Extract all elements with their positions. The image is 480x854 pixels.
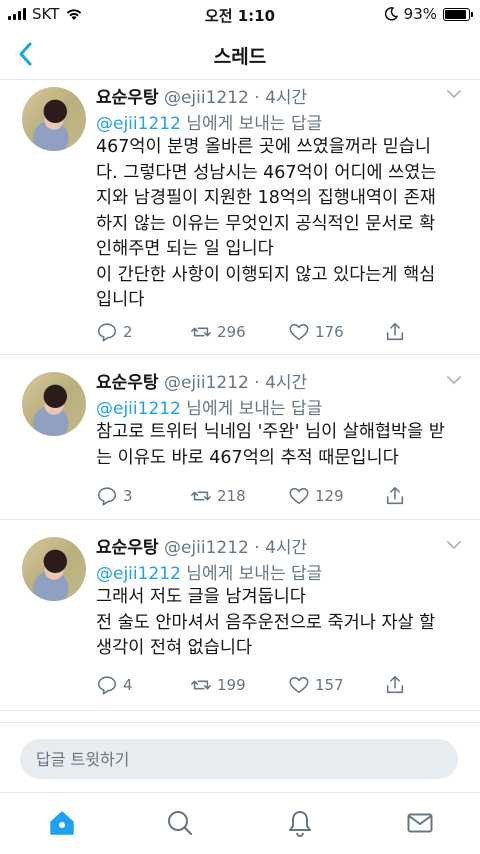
tweet-header: 요순우탕 @ejii1212 · 4시간 <box>96 368 307 393</box>
tweet-time: · 4시간 <box>254 538 308 558</box>
tweet-actions: 3 218 129 <box>96 485 416 509</box>
like-button[interactable]: 129 <box>288 485 344 507</box>
tweet-time: · 4시간 <box>254 373 308 393</box>
avatar[interactable] <box>22 537 86 601</box>
battery-icon <box>443 7 473 21</box>
author-name[interactable]: 요순우탕 <box>96 373 159 393</box>
tweet[interactable]: 요순우탕 @ejii1212 · 4시간 @ejii1212 님에게 보내는 답… <box>0 356 480 520</box>
chevron-down-icon[interactable] <box>446 375 462 385</box>
reply-count: 4 <box>123 676 133 694</box>
tweet[interactable]: 요순우탕 @ejii1212 · 4시간 @ejii1212 님에게 보내는 답… <box>0 81 480 355</box>
retweet-icon <box>191 491 211 501</box>
retweet-count: 218 <box>217 487 246 505</box>
chevron-down-icon[interactable] <box>446 540 462 550</box>
reply-button[interactable]: 4 <box>96 674 133 696</box>
reply-context-text: 님에게 보내는 답글 <box>180 399 323 419</box>
tweet-actions: 4 199 157 <box>96 674 416 698</box>
author-handle[interactable]: @ejii1212 <box>164 538 249 558</box>
share-button[interactable] <box>384 321 406 343</box>
avatar[interactable] <box>22 87 86 151</box>
share-icon <box>386 322 404 341</box>
reply-icon <box>97 676 117 695</box>
tweet[interactable]: 요순우탕 @ejii1212 · 4시간 @ejii1212 님에게 보내는 답… <box>0 521 480 711</box>
like-button[interactable]: 157 <box>288 674 344 696</box>
tweet-text: 참고로 트위터 닉네임 '주완' 님이 살해협박을 받 는 이유도 바로 467… <box>96 422 445 468</box>
heart-icon <box>289 323 309 341</box>
reply-context: @ejii1212 님에게 보내는 답글 <box>96 109 322 134</box>
tweet-actions: 2 296 176 <box>96 321 416 345</box>
battery-percent: 93% <box>403 5 437 23</box>
status-bar: SKT 오전 1:10 93% <box>0 0 480 28</box>
mention-link[interactable]: @ejii1212 <box>96 564 181 584</box>
retweet-count: 296 <box>217 323 246 341</box>
notifications-icon[interactable] <box>286 809 314 837</box>
reply-icon <box>97 323 117 342</box>
reply-input[interactable] <box>20 739 458 779</box>
tab-bar <box>0 792 480 854</box>
like-count: 129 <box>315 487 344 505</box>
home-icon[interactable] <box>48 809 76 837</box>
reply-count: 3 <box>123 487 133 505</box>
tweet-text: 467억이 분명 올바른 곳에 쓰였을꺼라 믿습니 다. 그렇다면 성남시는 4… <box>96 137 437 310</box>
retweet-button[interactable]: 199 <box>190 674 246 696</box>
reply-composer <box>0 722 480 792</box>
reply-context-text: 님에게 보내는 답글 <box>180 564 323 584</box>
messages-icon[interactable] <box>406 809 434 837</box>
tweet-text: 그래서 저도 글을 남겨둡니다 전 술도 안마셔서 음주운전으로 죽거나 자살 … <box>96 587 436 658</box>
share-icon <box>386 486 404 505</box>
share-button[interactable] <box>384 485 406 507</box>
retweet-button[interactable]: 296 <box>190 321 246 343</box>
reply-count: 2 <box>123 323 133 341</box>
retweet-button[interactable]: 218 <box>190 485 246 507</box>
moon-icon <box>384 7 398 21</box>
reply-context: @ejii1212 님에게 보내는 답글 <box>96 394 322 419</box>
reply-context: @ejii1212 님에게 보내는 답글 <box>96 559 322 584</box>
mention-link[interactable]: @ejii1212 <box>96 399 181 419</box>
retweet-icon <box>191 680 211 690</box>
nav-bar: 스레드 <box>0 28 480 80</box>
like-count: 176 <box>315 323 344 341</box>
mention-link[interactable]: @ejii1212 <box>96 114 181 134</box>
reply-icon <box>97 487 117 506</box>
search-icon[interactable] <box>166 809 194 837</box>
reply-button[interactable]: 2 <box>96 321 133 343</box>
avatar[interactable] <box>22 372 86 436</box>
author-handle[interactable]: @ejii1212 <box>164 88 249 108</box>
page-title: 스레드 <box>213 46 267 68</box>
reply-context-text: 님에게 보내는 답글 <box>180 114 323 134</box>
tweet-time: · 4시간 <box>254 88 308 108</box>
retweet-icon <box>191 327 211 337</box>
heart-icon <box>289 676 309 694</box>
reply-button[interactable]: 3 <box>96 485 133 507</box>
retweet-count: 199 <box>217 676 246 694</box>
share-icon <box>386 675 404 694</box>
like-button[interactable]: 176 <box>288 321 344 343</box>
author-name[interactable]: 요순우탕 <box>96 88 159 108</box>
chevron-down-icon[interactable] <box>446 89 462 99</box>
tweet-partial[interactable] <box>0 712 480 722</box>
status-right: 93% <box>384 5 473 23</box>
share-button[interactable] <box>384 674 406 696</box>
tweet-header: 요순우탕 @ejii1212 · 4시간 <box>96 83 307 108</box>
heart-icon <box>289 487 309 505</box>
author-name[interactable]: 요순우탕 <box>96 538 159 558</box>
tweet-header: 요순우탕 @ejii1212 · 4시간 <box>96 533 307 558</box>
author-handle[interactable]: @ejii1212 <box>164 373 249 393</box>
like-count: 157 <box>315 676 344 694</box>
